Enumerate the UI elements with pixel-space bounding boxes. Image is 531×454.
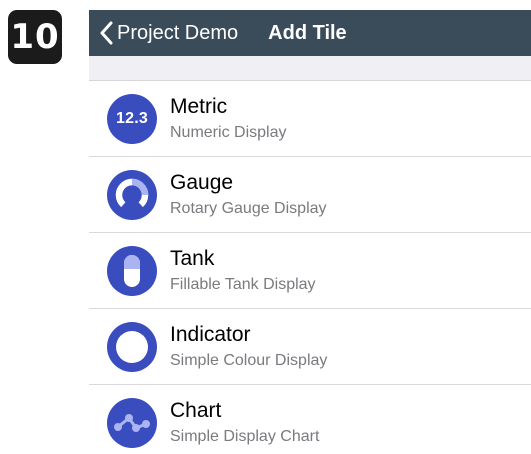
navigation-bar: Project Demo Add Tile [89,10,531,56]
tile-title: Indicator [170,323,251,346]
indicator-icon [107,322,157,372]
tile-option-indicator[interactable]: Indicator Simple Colour Display [89,309,531,385]
gauge-icon-graphic [115,178,149,208]
chevron-left-icon [100,21,113,45]
tile-type-list: 12.3 Metric Numeric Display Gauge Rotary… [89,81,531,454]
tile-text: Tank Fillable Tank Display [170,246,316,296]
back-button[interactable]: Project Demo [89,21,238,45]
tile-subtitle: Numeric Display [170,124,287,141]
tile-text: Indicator Simple Colour Display [170,322,327,372]
tile-subtitle: Fillable Tank Display [170,276,316,293]
chart-icon [107,398,157,448]
metric-icon-text: 12.3 [116,110,148,127]
tile-option-chart[interactable]: Chart Simple Display Chart [89,385,531,454]
tile-option-metric[interactable]: 12.3 Metric Numeric Display [89,81,531,157]
tile-title: Gauge [170,171,234,194]
tile-title: Tank [170,247,215,270]
back-label: Project Demo [117,21,239,44]
tile-subtitle: Simple Display Chart [170,428,320,445]
tile-title: Metric [170,95,228,118]
section-header-spacer [89,56,531,81]
metric-icon: 12.3 [107,94,157,144]
tile-option-gauge[interactable]: Gauge Rotary Gauge Display [89,157,531,233]
tile-text: Gauge Rotary Gauge Display [170,170,327,220]
page-title: Add Tile [268,21,347,44]
chart-icon-graphic [114,414,150,432]
tile-subtitle: Rotary Gauge Display [170,200,327,217]
tile-subtitle: Simple Colour Display [170,352,328,369]
tile-text: Chart Simple Display Chart [170,398,319,448]
gauge-icon [107,170,157,220]
phone-screen: Project Demo Add Tile 12.3 Metric Numeri… [89,10,531,454]
tank-icon [107,246,157,296]
tank-icon-graphic [124,255,140,287]
tile-text: Metric Numeric Display [170,94,286,144]
tile-title: Chart [170,399,222,422]
step-number-badge: 10 [8,10,62,64]
tile-option-tank[interactable]: Tank Fillable Tank Display [89,233,531,309]
indicator-icon-graphic [116,331,148,363]
